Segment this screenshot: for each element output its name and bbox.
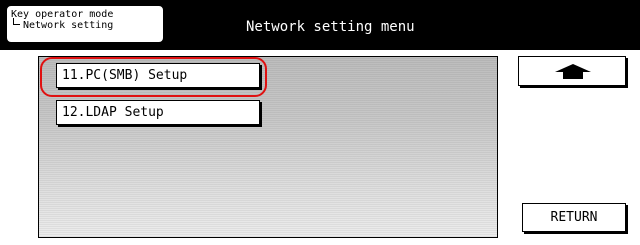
return-button[interactable]: RETURN <box>522 203 626 232</box>
header-bar: Key operator mode Network setting Networ… <box>0 0 640 50</box>
pc-smb-setup-button[interactable]: 11.PC(SMB) Setup <box>56 63 260 88</box>
breadcrumb-mode: Key operator mode <box>11 9 114 20</box>
breadcrumb-submenu: Network setting <box>11 18 163 31</box>
tree-branch-icon <box>13 18 20 25</box>
up-button[interactable] <box>518 56 626 86</box>
up-arrow-icon <box>555 64 591 79</box>
breadcrumb-submenu-label: Network setting <box>23 20 114 31</box>
breadcrumb: Key operator mode Network setting <box>6 5 164 43</box>
ldap-setup-button[interactable]: 12.LDAP Setup <box>56 100 260 125</box>
page-title: Network setting menu <box>246 19 415 35</box>
